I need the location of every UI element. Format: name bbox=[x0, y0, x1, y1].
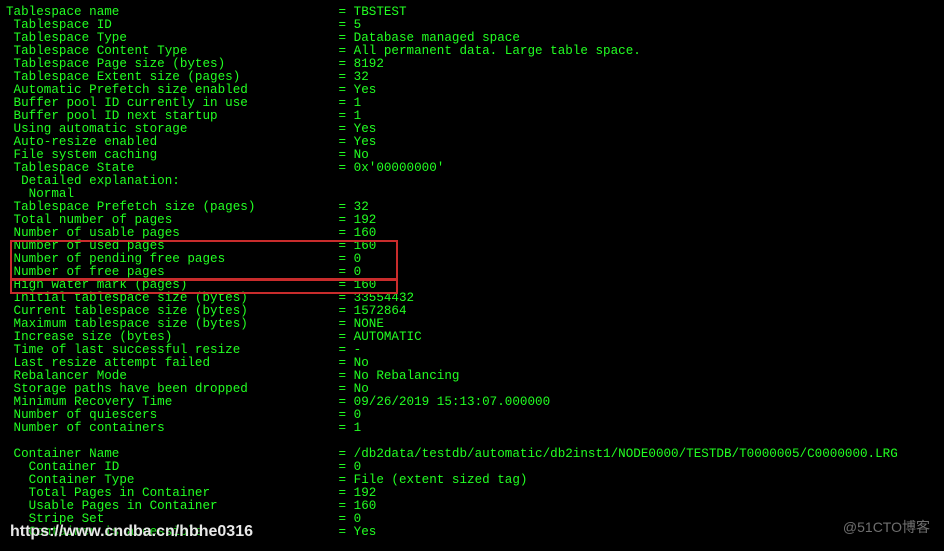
watermark-blog: @51CTO博客 bbox=[843, 517, 930, 537]
terminal-line: Number of containers = 1 bbox=[6, 422, 938, 435]
terminal-output: Tablespace name = TBSTEST Tablespace ID … bbox=[0, 0, 944, 539]
terminal-line: Detailed explanation: bbox=[6, 175, 938, 188]
watermark-url: https://www.cndba.cn/hbhe0316 bbox=[10, 523, 253, 541]
